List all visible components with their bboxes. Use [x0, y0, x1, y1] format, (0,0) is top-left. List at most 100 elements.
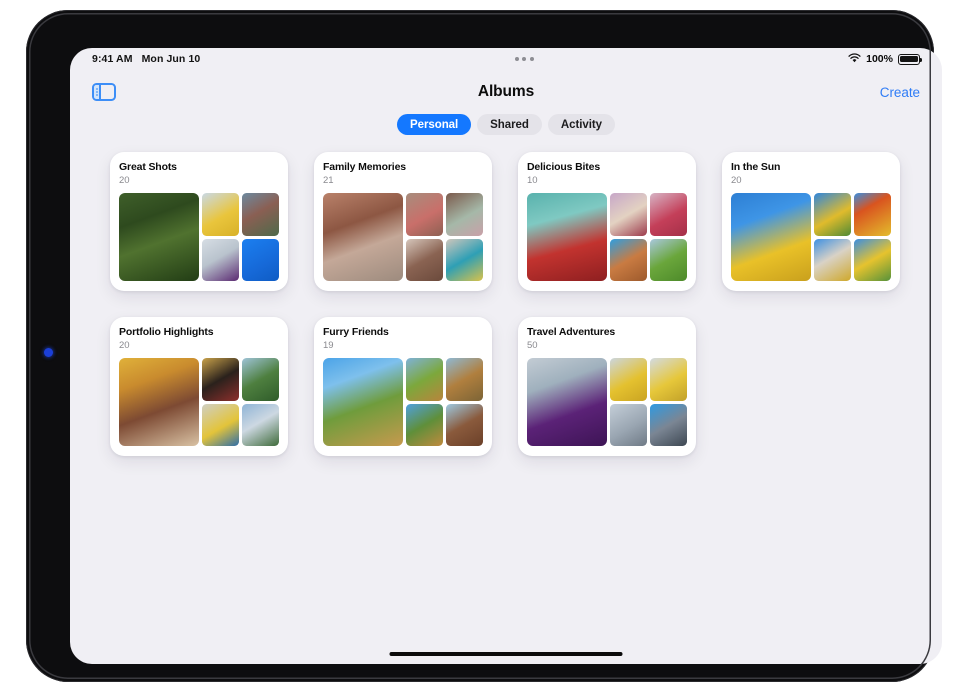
man-with-basketball: [242, 193, 279, 236]
dog-howling-sky: [446, 358, 483, 401]
album-thumbnail[interactable]: [406, 193, 443, 236]
battery-fill: [900, 55, 918, 63]
album-photo-count: 19: [323, 340, 334, 351]
multitasking-dots-icon[interactable]: [514, 57, 534, 61]
album-thumbnail[interactable]: [406, 403, 443, 446]
mother-and-child-laughing: [406, 193, 443, 236]
family-group-hug: [406, 238, 443, 281]
album-hero-photo[interactable]: [323, 358, 403, 446]
album-thumbnail-grid: [202, 193, 279, 281]
album-thumbnail[interactable]: [242, 358, 279, 401]
album-thumbnail-grid: [610, 358, 687, 446]
navigation-bar: Albums Create: [70, 70, 942, 114]
album-thumbnail[interactable]: [650, 358, 687, 401]
album-title: Portfolio Highlights: [119, 326, 214, 338]
album-photo-grid: [323, 358, 483, 446]
two-friends-outdoors: [814, 238, 851, 281]
album-thumbnail[interactable]: [650, 238, 687, 281]
album-card[interactable]: In the Sun 20: [722, 152, 900, 291]
album-thumbnail[interactable]: [446, 358, 483, 401]
album-card[interactable]: Delicious Bites 10: [518, 152, 696, 291]
album-thumbnail[interactable]: [650, 403, 687, 446]
ipad-screen: 9:41 AM Mon Jun 10 100% Albums Create Pe…: [70, 48, 942, 664]
album-thumbnail[interactable]: [814, 193, 851, 236]
album-thumbnail-grid: [406, 358, 483, 446]
album-photo-grid: [731, 193, 891, 281]
album-thumbnail[interactable]: [202, 193, 239, 236]
battery-full-icon: [897, 53, 922, 65]
album-card[interactable]: Furry Friends 19: [314, 317, 492, 456]
album-thumbnail[interactable]: [446, 193, 483, 236]
friends-circle-looking-down: [731, 193, 811, 281]
sidebar-toggle-icon[interactable]: [92, 83, 116, 101]
album-thumbnail[interactable]: [406, 238, 443, 281]
album-hero-photo[interactable]: [731, 193, 811, 281]
woman-reclining-yellow-curtain: [119, 358, 199, 446]
two-people-jumping-city: [650, 403, 687, 446]
album-thumbnail[interactable]: [242, 193, 279, 236]
album-thumbnail-grid: [202, 358, 279, 446]
album-thumbnail[interactable]: [610, 358, 647, 401]
pizza-with-mozzarella: [610, 238, 647, 281]
album-title: Family Memories: [323, 161, 406, 173]
album-card[interactable]: Travel Adventures 50: [518, 317, 696, 456]
album-title: Furry Friends: [323, 326, 389, 338]
album-thumbnail[interactable]: [202, 238, 239, 281]
album-thumbnail[interactable]: [406, 358, 443, 401]
album-hero-photo[interactable]: [119, 358, 199, 446]
dot: [514, 57, 519, 61]
dog-sitting-in-grass: [406, 403, 443, 446]
album-photo-grid: [119, 193, 279, 281]
album-card[interactable]: Family Memories 21: [314, 152, 492, 291]
child-on-shoulder: [446, 193, 483, 236]
album-thumbnail[interactable]: [202, 403, 239, 446]
album-thumbnail[interactable]: [242, 403, 279, 446]
status-bar-left: 9:41 AM Mon Jun 10: [92, 53, 200, 65]
album-card[interactable]: Great Shots 20: [110, 152, 288, 291]
album-thumbnail[interactable]: [650, 193, 687, 236]
album-photo-grid: [119, 358, 279, 446]
woman-in-green-foliage: [119, 193, 199, 281]
bezel-indicator-dot: [44, 348, 53, 357]
album-thumbnail[interactable]: [610, 193, 647, 236]
album-thumbnail[interactable]: [814, 238, 851, 281]
album-photo-grid: [323, 193, 483, 281]
page-title: Albums: [477, 83, 535, 100]
dot: [522, 57, 527, 61]
album-photo-count: 10: [527, 175, 538, 186]
album-hero-photo[interactable]: [323, 193, 403, 281]
create-button[interactable]: Create: [880, 85, 920, 100]
album-thumbnail[interactable]: [202, 358, 239, 401]
album-thumbnail[interactable]: [446, 403, 483, 446]
album-thumbnail[interactable]: [854, 193, 891, 236]
ipad-device-frame: 9:41 AM Mon Jun 10 100% Albums Create Pe…: [26, 10, 942, 682]
album-photo-count: 20: [119, 340, 130, 351]
album-card[interactable]: Portfolio Highlights 20: [110, 317, 288, 456]
sidebar-dots: [96, 87, 98, 97]
album-hero-photo[interactable]: [527, 193, 607, 281]
album-thumbnail[interactable]: [854, 238, 891, 281]
battery-percent-label: 100%: [866, 53, 893, 65]
dog-with-person-sitting: [406, 358, 443, 401]
dot: [529, 57, 534, 61]
album-hero-photo[interactable]: [527, 358, 607, 446]
album-thumbnail[interactable]: [610, 403, 647, 446]
tab-activity[interactable]: Activity: [547, 114, 616, 135]
tab-shared[interactable]: Shared: [477, 114, 542, 135]
home-indicator[interactable]: [389, 651, 623, 656]
tab-personal[interactable]: Personal: [396, 114, 472, 135]
album-hero-photo[interactable]: [119, 193, 199, 281]
status-time: 9:41 AM: [92, 53, 133, 65]
album-thumbnail[interactable]: [610, 238, 647, 281]
album-title: Great Shots: [119, 161, 177, 173]
wifi-icon: [848, 52, 861, 66]
person-reaching-up-sky: [854, 238, 891, 281]
watermelon-and-raspberries: [527, 193, 607, 281]
album-photo-count: 21: [323, 175, 334, 186]
palm-tree-landscape: [242, 358, 279, 401]
purple-scarf-city-skyline: [527, 358, 607, 446]
dog-jumping-blue-sky: [242, 238, 279, 281]
album-photo-grid: [527, 358, 687, 446]
album-thumbnail[interactable]: [446, 238, 483, 281]
album-thumbnail[interactable]: [242, 238, 279, 281]
